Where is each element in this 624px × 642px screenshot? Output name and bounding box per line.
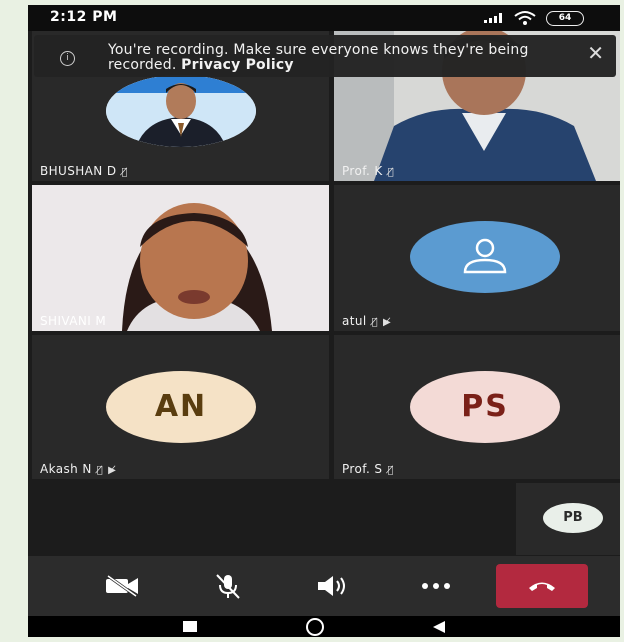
camera-toggle-button[interactable] — [102, 570, 142, 602]
participant-name: Prof. S 🎙̸ — [342, 462, 394, 476]
participant-tile-shivani[interactable]: SHIVANI M — [32, 185, 329, 331]
participant-name: BHUSHAN D 🎙̸ — [40, 164, 128, 178]
participant-tile-atul[interactable]: atul 🎙̸ ▶̸ — [334, 185, 620, 331]
avatar-initials: PB — [563, 510, 583, 525]
participant-name: Akash N 🎙̸ ▶̸ — [40, 462, 117, 476]
participant-tile-akash[interactable]: AN Akash N 🎙̸ ▶̸ — [32, 335, 329, 479]
camera-off-icon — [106, 575, 138, 597]
initials-avatar: PS — [410, 371, 560, 443]
person-icon — [463, 238, 507, 274]
wifi-icon — [514, 11, 536, 25]
profile-photo-avatar — [106, 75, 256, 147]
video-feed — [32, 185, 329, 331]
back-button[interactable] — [432, 620, 446, 634]
overflow-participant-tile[interactable]: PB — [516, 483, 620, 555]
cell-signal-icon — [484, 13, 502, 23]
privacy-policy-link[interactable]: Privacy Policy — [181, 57, 294, 73]
battery-icon: 64 — [546, 11, 584, 26]
mic-muted-icon: 🎙̸ — [387, 167, 395, 178]
camera-off-icon: ▶̸ — [108, 465, 117, 476]
speaker-button[interactable] — [312, 570, 352, 602]
hang-up-icon — [529, 582, 555, 591]
generic-user-avatar — [410, 221, 560, 293]
participant-tile-prof-s[interactable]: PS Prof. S 🎙̸ — [334, 335, 620, 479]
status-time: 2:12 PM — [50, 9, 118, 25]
mic-toggle-button[interactable] — [208, 570, 248, 602]
participant-name: SHIVANI M — [40, 314, 107, 328]
phone-screen: 2:12 PM 64 BHUSHAN D 🎙̸ Prof. K 🎙̸ SHIVA… — [28, 5, 620, 637]
mic-muted-icon: 🎙̸ — [371, 317, 379, 328]
more-icon — [422, 583, 450, 589]
mic-muted-icon: 🎙̸ — [387, 465, 394, 476]
participant-name: Prof. K 🎙̸ — [342, 164, 395, 178]
recording-message: You're recording. Make sure everyone kno… — [108, 42, 529, 73]
end-call-button[interactable] — [496, 564, 588, 608]
initials-avatar: AN — [106, 371, 256, 443]
mic-off-icon — [216, 574, 240, 599]
call-controls — [28, 556, 620, 616]
avatar-initials: AN — [154, 389, 208, 424]
participant-name: atul 🎙̸ ▶̸ — [342, 314, 392, 328]
more-options-button[interactable] — [416, 570, 456, 602]
close-icon[interactable]: ✕ — [587, 41, 604, 65]
recording-banner: i You're recording. Make sure everyone k… — [34, 35, 616, 77]
mic-muted-icon: 🎙̸ — [121, 167, 128, 178]
recents-button[interactable] — [183, 621, 197, 632]
info-icon: i — [60, 51, 75, 66]
system-nav-bar — [28, 616, 620, 637]
camera-off-icon: ▶̸ — [383, 317, 392, 328]
mic-muted-icon: 🎙̸ — [96, 465, 104, 476]
speaker-icon — [318, 576, 345, 596]
status-bar: 2:12 PM 64 — [28, 5, 620, 31]
avatar-initials: PS — [461, 389, 509, 424]
initials-avatar: PB — [543, 503, 603, 533]
home-button[interactable] — [306, 618, 324, 636]
